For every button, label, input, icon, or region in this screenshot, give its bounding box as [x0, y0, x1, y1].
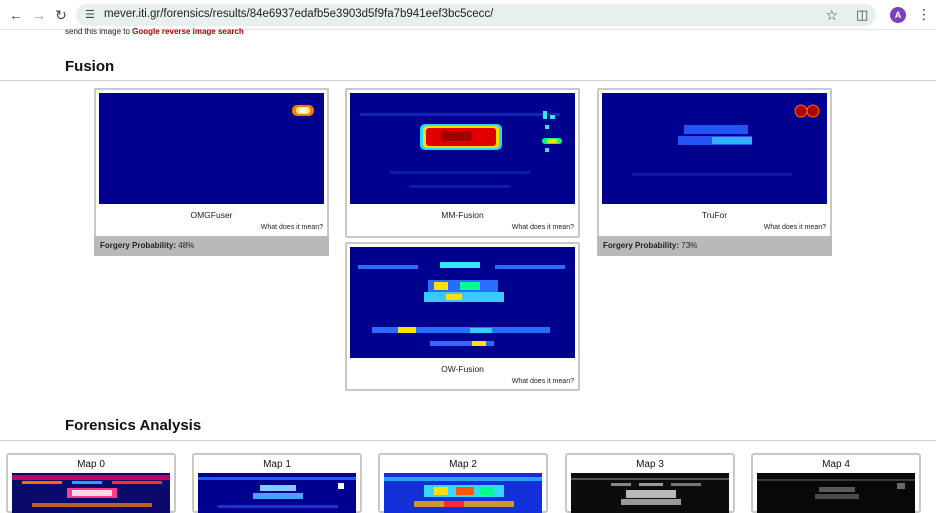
map-card-4[interactable]: Map 4 [751, 453, 921, 513]
what-does-it-mean-link[interactable]: What does it mean? [261, 224, 323, 231]
model-name: TruFor [701, 210, 728, 220]
map-card-1[interactable]: Map 1 [192, 453, 362, 513]
mm-fusion-heatmap[interactable] [350, 93, 575, 204]
model-name: MM-Fusion [441, 210, 484, 220]
map-4-thumbnail[interactable] [757, 473, 915, 513]
what-does-it-mean-link[interactable]: What does it mean? [764, 224, 826, 231]
prob-value: 73% [681, 241, 698, 250]
map-card-0[interactable]: Map 0 [6, 453, 176, 513]
fusion-card-trufor: TruFor What does it mean? [597, 88, 832, 238]
prob-label: Forgery Probability: [603, 241, 680, 250]
google-reverse-search-link[interactable]: Google reverse image search [132, 27, 244, 36]
map-2-thumbnail-svg [384, 473, 542, 513]
fusion-card-omgfuser: OMGFuser What does it mean? [94, 88, 329, 238]
back-arrow-icon[interactable]: ← [8, 7, 24, 23]
map-label: Map 2 [449, 459, 477, 470]
map-3-thumbnail-svg [571, 473, 729, 513]
bookmark-star-icon[interactable]: ☆ [825, 7, 838, 24]
map-label: Map 1 [263, 459, 291, 470]
map-0-thumbnail[interactable] [12, 473, 170, 513]
fusion-card-mm-fusion: MM-Fusion What does it mean? [345, 88, 580, 238]
address-bar[interactable]: ☰ mever.iti.gr/forensics/results/84e6937… [76, 4, 876, 26]
forgery-probability-bar: Forgery Probability: 48% [94, 236, 329, 256]
reverse-search-line: send this image to Google reverse image … [65, 27, 244, 36]
ow-fusion-heatmap-svg [350, 247, 575, 358]
browser-menu-icon[interactable]: ⋮ [917, 6, 931, 23]
what-does-it-mean-link[interactable]: What does it mean? [512, 224, 574, 231]
forensics-divider [0, 440, 936, 441]
map-1-thumbnail[interactable] [198, 473, 356, 513]
map-card-3[interactable]: Map 3 [565, 453, 735, 513]
fusion-divider [0, 80, 936, 81]
map-0-thumbnail-svg [12, 473, 170, 513]
fusion-card-ow-fusion: OW-Fusion What does it mean? [345, 242, 580, 391]
profile-avatar[interactable]: A [890, 7, 906, 23]
prob-label: Forgery Probability: [100, 241, 177, 250]
ow-fusion-heatmap[interactable] [350, 247, 575, 358]
map-1-thumbnail-svg [198, 473, 356, 513]
prob-value: 48% [178, 241, 195, 250]
forensics-analysis-heading: Forensics Analysis [65, 417, 202, 434]
fusion-heading: Fusion [65, 58, 115, 75]
site-settings-icon[interactable]: ☰ [85, 8, 99, 22]
address-url[interactable]: mever.iti.gr/forensics/results/84e6937ed… [104, 8, 493, 20]
mm-fusion-heatmap-svg [350, 93, 575, 204]
model-name: OMGFuser [190, 210, 233, 220]
omgfuser-heatmap-svg [99, 93, 324, 204]
map-label: Map 4 [822, 459, 850, 470]
browser-toolbar: ← → ↻ ☰ mever.iti.gr/forensics/results/8… [0, 0, 936, 30]
model-name: OW-Fusion [441, 364, 484, 374]
send-text: send this image to [65, 27, 133, 36]
forgery-probability-bar: Forgery Probability: 73% [597, 236, 832, 256]
map-card-2[interactable]: Map 2 [378, 453, 548, 513]
omgfuser-heatmap[interactable] [99, 93, 324, 204]
trufor-heatmap-svg [602, 93, 827, 204]
map-4-thumbnail-svg [757, 473, 915, 513]
map-label: Map 3 [636, 459, 664, 470]
trufor-heatmap[interactable] [602, 93, 827, 204]
forward-arrow-icon[interactable]: → [31, 7, 47, 23]
map-2-thumbnail[interactable] [384, 473, 542, 513]
reload-icon[interactable]: ↻ [53, 7, 69, 23]
extensions-icon[interactable]: ◫ [856, 7, 868, 23]
what-does-it-mean-link[interactable]: What does it mean? [512, 378, 574, 385]
map-label: Map 0 [77, 459, 105, 470]
map-3-thumbnail[interactable] [571, 473, 729, 513]
